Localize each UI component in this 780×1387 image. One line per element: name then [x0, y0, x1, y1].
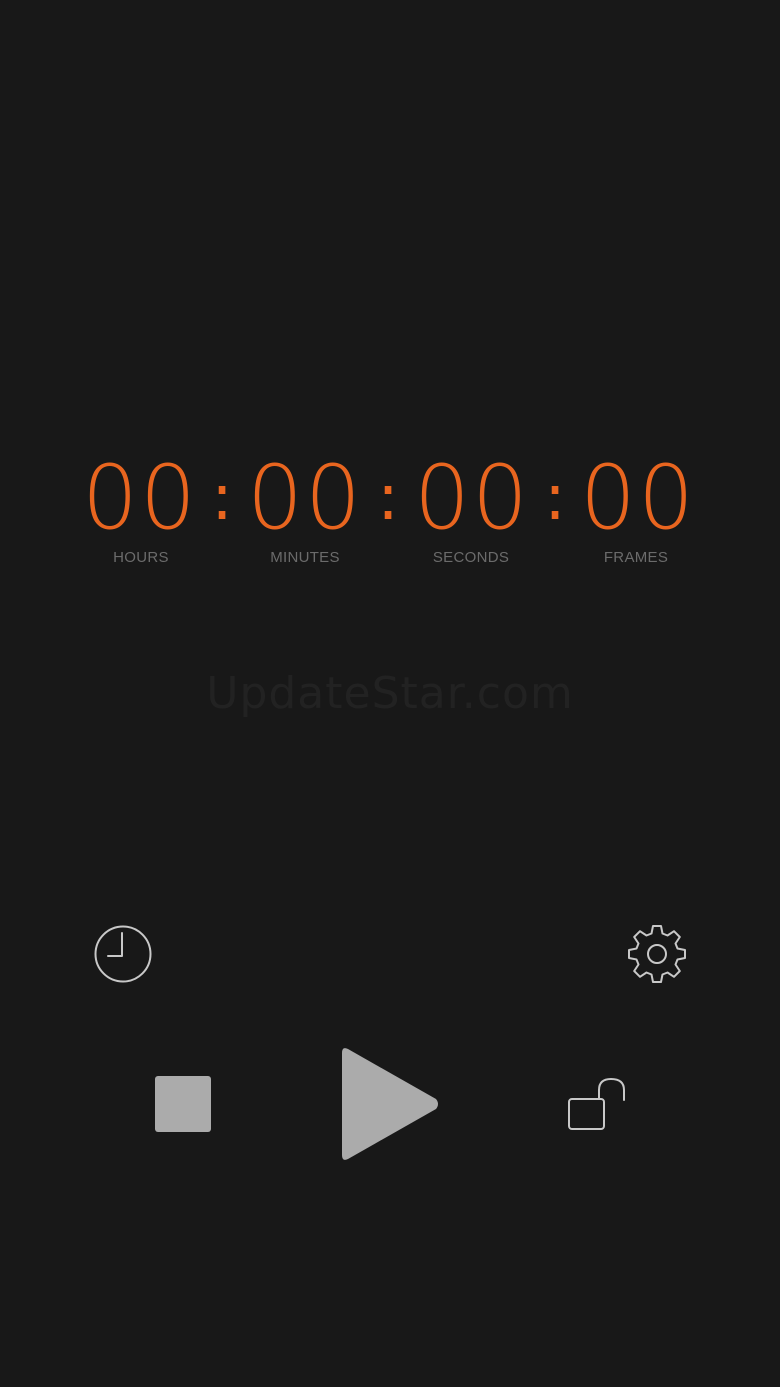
separator: :: [544, 461, 566, 535]
stop-icon: [155, 1076, 211, 1132]
play-button[interactable]: [338, 1045, 442, 1163]
timecode-screen: 00 : 00 : 00 : 00 HOURS MINUTES SECONDS …: [0, 0, 780, 1387]
separator: :: [377, 461, 399, 535]
unlock-icon: [568, 1077, 625, 1130]
gear-icon: [628, 925, 686, 983]
history-button[interactable]: [92, 923, 154, 985]
play-icon: [342, 1048, 438, 1160]
stop-button[interactable]: [154, 1075, 212, 1133]
timecode-display: 00 : 00 : 00 : 00 HOURS MINUTES SECONDS …: [0, 440, 780, 580]
clock-icon: [94, 925, 152, 983]
hours-value[interactable]: 00: [80, 448, 200, 548]
minutes-value[interactable]: 00: [245, 448, 365, 548]
frames-value[interactable]: 00: [578, 448, 698, 548]
frames-label: FRAMES: [603, 549, 669, 566]
watermark: UpdateStar.com: [206, 668, 574, 719]
hours-label: HOURS: [113, 549, 169, 566]
seconds-value[interactable]: 00: [412, 448, 532, 548]
lock-button[interactable]: [566, 1076, 630, 1134]
minutes-label: MINUTES: [270, 549, 340, 566]
settings-button[interactable]: [626, 922, 688, 984]
seconds-label: SECONDS: [432, 549, 510, 566]
separator: :: [211, 461, 233, 535]
